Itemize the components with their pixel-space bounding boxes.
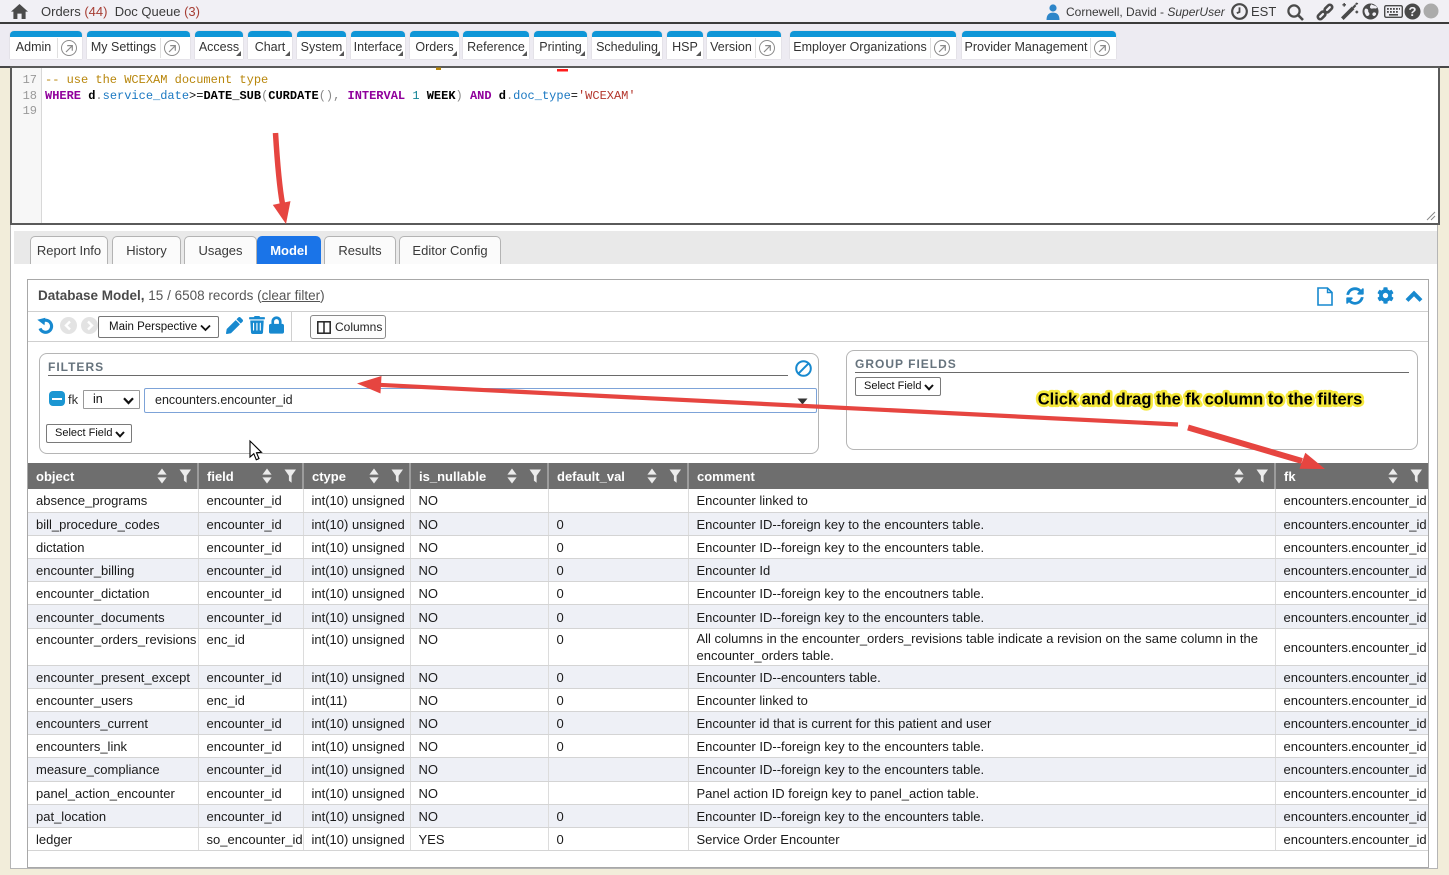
svg-text:?: ? <box>1409 4 1417 19</box>
